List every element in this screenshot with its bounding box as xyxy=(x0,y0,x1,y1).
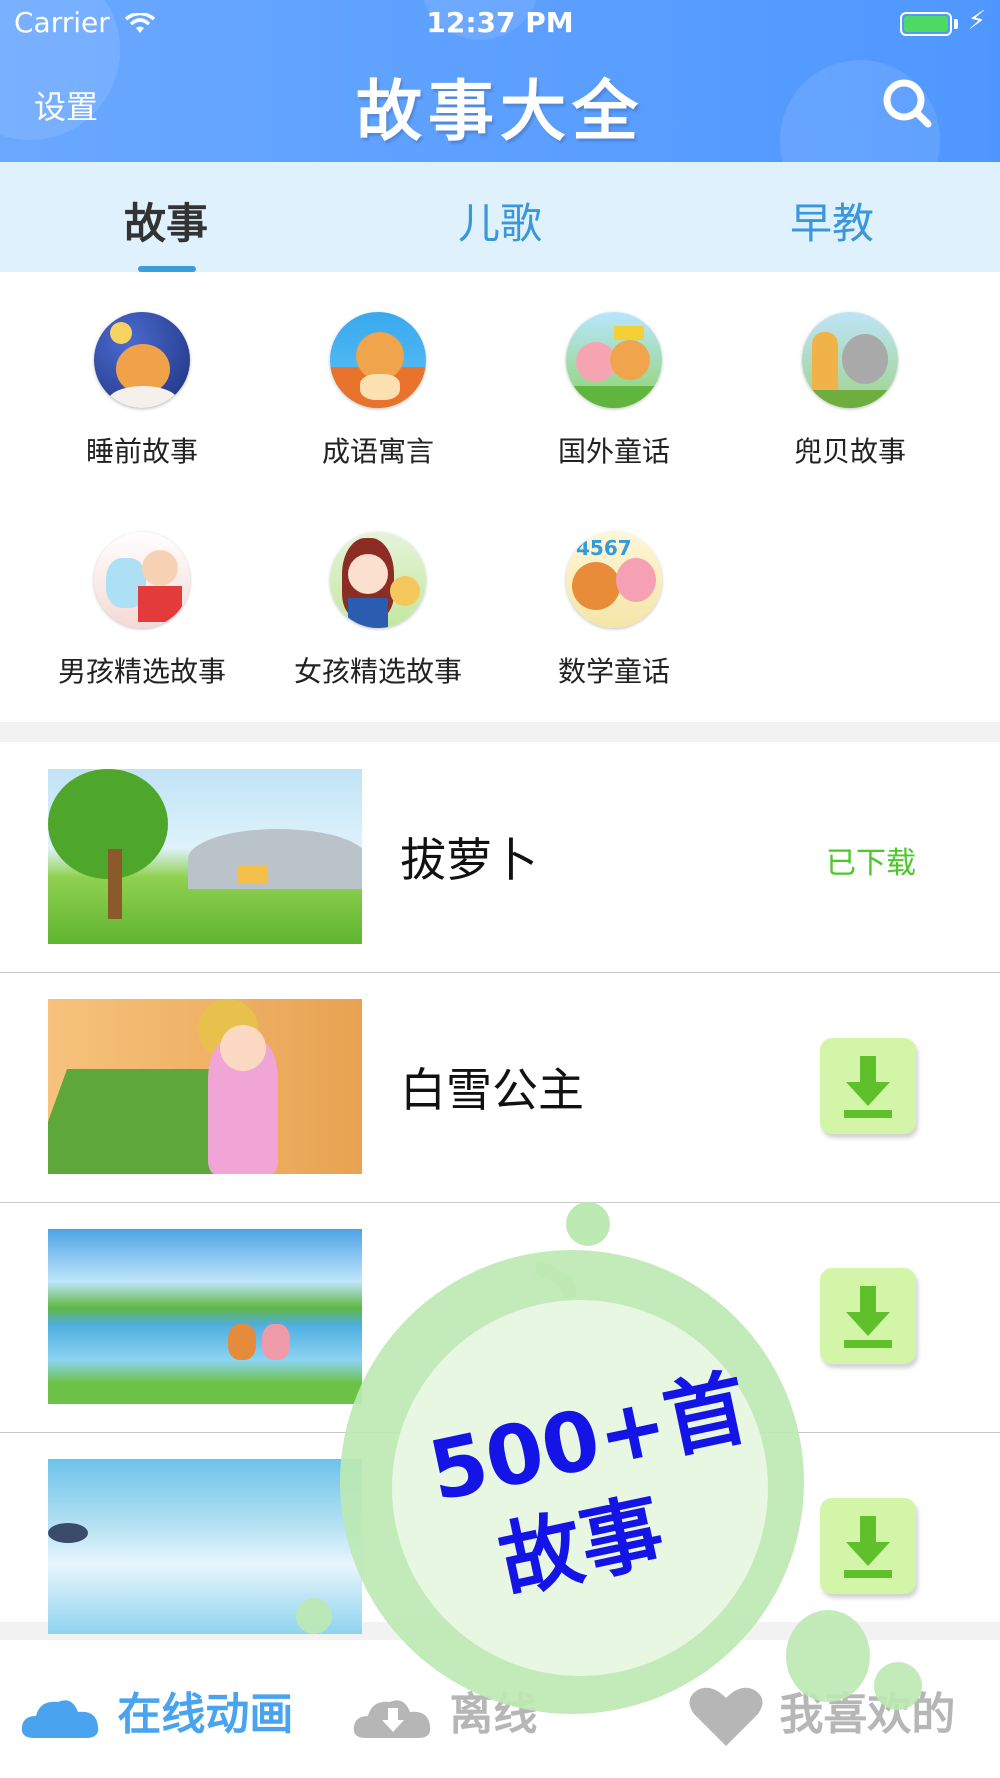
tab-online-animation[interactable]: 在线动画 xyxy=(20,1678,293,1742)
status-time: 12:37 PM xyxy=(426,6,574,39)
tab-early-education[interactable]: 早教 xyxy=(732,190,932,251)
story-title: 拔萝卜 xyxy=(400,833,538,887)
category-grid: 睡前故事 成语寓言 国外童话 兜贝故事 男孩精选故事 女孩精选故事 4567 数… xyxy=(0,272,1000,722)
category-bedtime[interactable]: 睡前故事 xyxy=(24,312,260,470)
category-label: 女孩精选故事 xyxy=(293,655,462,688)
category-label: 国外童话 xyxy=(557,435,670,468)
download-icon xyxy=(844,1286,892,1348)
search-icon[interactable] xyxy=(880,76,934,130)
download-icon xyxy=(844,1056,892,1118)
boy-robot-icon xyxy=(94,532,190,628)
girl-cat-icon xyxy=(330,532,426,628)
giraffe-koala-icon xyxy=(802,312,898,408)
category-label: 数学童话 xyxy=(557,655,670,688)
numbers-bear-icon: 4567 xyxy=(566,532,662,628)
bear-king-icon xyxy=(566,312,662,408)
bear-moon-icon xyxy=(94,312,190,408)
battery-icon xyxy=(900,12,952,36)
top-tabs: 故事 儿歌 早教 xyxy=(0,162,1000,272)
category-label: 男孩精选故事 xyxy=(57,655,226,688)
download-icon xyxy=(844,1516,892,1578)
bear-archer-icon xyxy=(330,312,426,408)
app-header: Carrier 12:37 PM ⚡ 设置 故事大全 xyxy=(0,0,1000,162)
category-label: 睡前故事 xyxy=(85,435,198,468)
download-button[interactable] xyxy=(820,1268,916,1364)
story-thumbnail xyxy=(48,769,362,944)
category-doubei[interactable]: 兜贝故事 xyxy=(732,312,968,470)
tab-story[interactable]: 故事 xyxy=(66,190,266,251)
category-math[interactable]: 4567 数学童话 xyxy=(496,532,732,690)
charging-icon: ⚡ xyxy=(967,6,986,36)
tab-songs[interactable]: 儿歌 xyxy=(400,190,600,251)
category-idioms[interactable]: 成语寓言 xyxy=(260,312,496,470)
download-button[interactable] xyxy=(820,1498,916,1594)
category-girls[interactable]: 女孩精选故事 xyxy=(260,532,496,690)
promo-badge: 500+首 故事 xyxy=(296,1188,922,1714)
story-title: 白雪公主 xyxy=(400,1063,584,1117)
story-thumbnail xyxy=(48,999,362,1174)
story-row[interactable]: 拔萝卜 已下载 xyxy=(0,742,1000,973)
category-label: 兜贝故事 xyxy=(793,435,906,468)
download-button[interactable] xyxy=(820,1038,916,1134)
story-row[interactable]: 白雪公主 xyxy=(0,972,1000,1203)
cloud-icon xyxy=(21,1700,99,1738)
battery-tip xyxy=(954,19,958,29)
downloaded-label: 已下载 xyxy=(826,846,916,881)
category-label: 成语寓言 xyxy=(321,435,434,468)
category-foreign-tales[interactable]: 国外童话 xyxy=(496,312,732,470)
page-title: 故事大全 xyxy=(356,73,644,150)
category-boys[interactable]: 男孩精选故事 xyxy=(24,532,260,690)
